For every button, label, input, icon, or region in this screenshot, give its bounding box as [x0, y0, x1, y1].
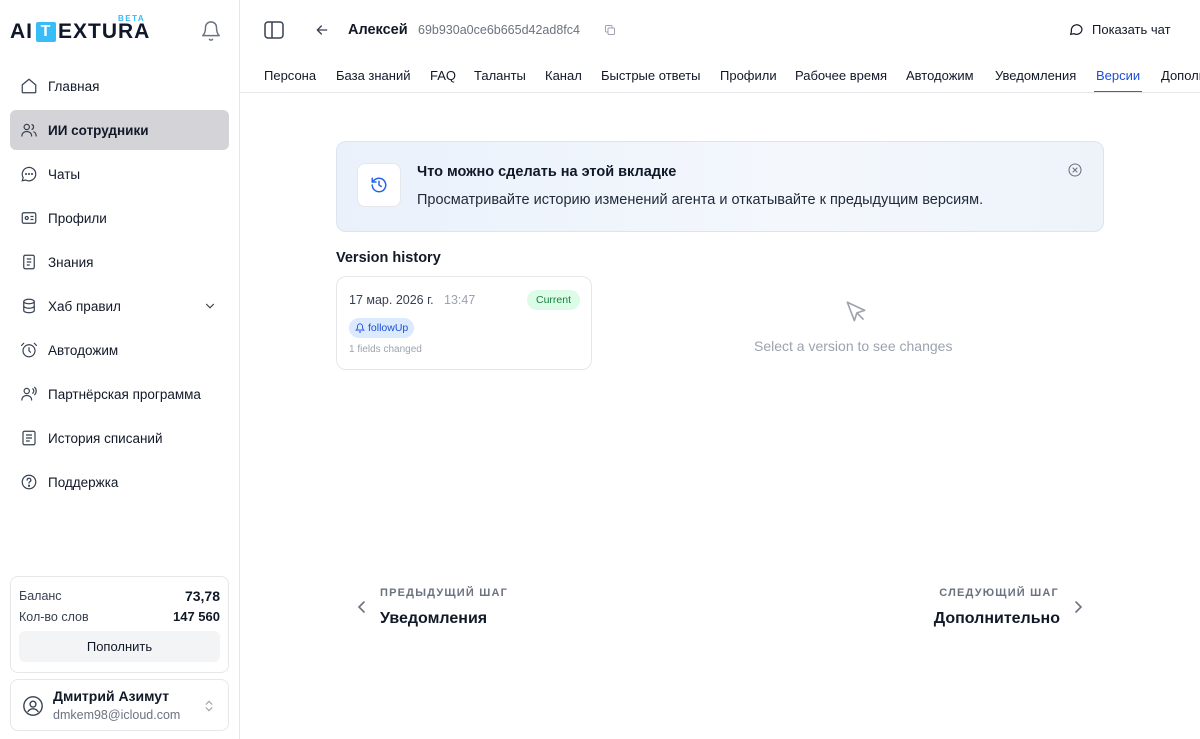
- sidebar-item-label: Профили: [48, 210, 107, 226]
- sidebar-item-label: Партнёрская программа: [48, 386, 201, 402]
- sidebar-item-knowledge[interactable]: Знания: [10, 242, 229, 282]
- partner-icon: [20, 385, 38, 403]
- sidebar: AI T EXTURA BETA Главная ИИ сотрудники Ч…: [0, 0, 240, 739]
- bell-icon[interactable]: [200, 20, 222, 42]
- sidebar-item-billing-history[interactable]: История списаний: [10, 418, 229, 458]
- receipt-icon: [20, 429, 38, 447]
- info-title: Что можно сделать на этой вкладке: [417, 164, 677, 180]
- info-description: Просматривайте историю изменений агента …: [417, 192, 984, 208]
- tab-talents[interactable]: Таланты: [474, 68, 526, 92]
- sidebar-item-autodozhim[interactable]: Автодожим: [10, 330, 229, 370]
- empty-state-text: Select a version to see changes: [754, 338, 953, 354]
- next-step-button[interactable]: Дополнительно: [934, 610, 1060, 628]
- id-card-icon: [20, 209, 38, 227]
- user-email: dmkem98@icloud.com: [53, 708, 181, 722]
- user-name: Дмитрий Азимут: [53, 688, 170, 704]
- tab-knowledge-base[interactable]: База знаний: [336, 68, 411, 92]
- sidebar-nav: Главная ИИ сотрудники Чаты Профили Знани…: [10, 66, 229, 506]
- chat-icon: [20, 165, 38, 183]
- tab-faq[interactable]: FAQ: [430, 68, 456, 92]
- beta-badge: BETA: [118, 14, 146, 23]
- sidebar-item-label: Автодожим: [48, 342, 119, 358]
- sidebar-item-partner-program[interactable]: Партнёрская программа: [10, 374, 229, 414]
- words-row: Кол-во слов 147 560: [19, 606, 220, 627]
- sidebar-item-label: Главная: [48, 78, 100, 94]
- database-icon: [20, 297, 38, 315]
- sidebar-item-profiles[interactable]: Профили: [10, 198, 229, 238]
- tab-additional[interactable]: Дополнительно: [1161, 68, 1200, 92]
- tab-autodozhim[interactable]: Автодожим: [906, 68, 974, 92]
- history-icon: [357, 163, 401, 207]
- bell-icon: [355, 323, 365, 333]
- home-icon: [20, 77, 38, 95]
- sidebar-item-chats[interactable]: Чаты: [10, 154, 229, 194]
- tab-quick-replies[interactable]: Быстрые ответы: [601, 68, 701, 92]
- back-arrow-icon[interactable]: [314, 22, 330, 38]
- sidebar-toggle-icon[interactable]: [264, 21, 284, 39]
- tab-persona[interactable]: Персона: [264, 68, 316, 92]
- sidebar-item-label: Поддержка: [48, 474, 119, 490]
- sidebar-item-label: Хаб правил: [48, 298, 121, 314]
- cursor-icon: [843, 299, 869, 325]
- chevron-up-down-icon: [202, 698, 216, 714]
- tab-profiles[interactable]: Профили: [720, 68, 777, 92]
- logo-ai-text: AI: [10, 20, 33, 43]
- close-icon[interactable]: [1067, 162, 1083, 178]
- tab-bar: Персона База знаний FAQ Таланты Канал Бы…: [240, 60, 1200, 93]
- help-icon: [20, 473, 38, 491]
- sidebar-item-ai-employees[interactable]: ИИ сотрудники: [10, 110, 229, 150]
- agent-id: 69b930a0ce6b665d42ad8fc4: [418, 23, 580, 37]
- tab-notifications[interactable]: Уведомления: [995, 68, 1076, 92]
- user-menu[interactable]: Дмитрий Азимут dmkem98@icloud.com: [10, 679, 229, 731]
- alarm-clock-icon: [20, 341, 38, 359]
- copy-icon[interactable]: [604, 24, 616, 36]
- balance-row: Баланс 73,78: [19, 585, 220, 606]
- balance-value: 73,78: [184, 587, 220, 604]
- show-chat-label: Показать чат: [1092, 21, 1171, 37]
- version-date: 17 мар. 2026 г.: [349, 293, 434, 307]
- status-badge: Current: [527, 290, 580, 310]
- sidebar-item-label: Чаты: [48, 166, 81, 182]
- sidebar-item-label: Знания: [48, 254, 94, 270]
- words-label: Кол-во слов: [19, 609, 89, 624]
- logo-box: T: [36, 22, 56, 42]
- tab-working-hours[interactable]: Рабочее время: [795, 68, 887, 92]
- agent-name: Алексей: [348, 22, 408, 38]
- version-card[interactable]: 17 мар. 2026 г. 13:47 Current followUp 1…: [336, 276, 592, 370]
- info-banner: Что можно сделать на этой вкладке Просма…: [336, 141, 1104, 232]
- field-tag-label: followUp: [368, 322, 409, 334]
- version-time: 13:47: [444, 293, 476, 307]
- message-icon: [1069, 24, 1083, 36]
- sidebar-item-label: История списаний: [48, 430, 163, 446]
- sidebar-item-support[interactable]: Поддержка: [10, 462, 229, 502]
- field-tag: followUp: [349, 318, 415, 338]
- fields-changed: 1 fields changed: [349, 344, 422, 355]
- logo[interactable]: AI T EXTURA: [10, 20, 150, 44]
- sidebar-item-rules-hub[interactable]: Хаб правил: [10, 286, 229, 326]
- sidebar-item-home[interactable]: Главная: [10, 66, 229, 106]
- prev-step-button[interactable]: Уведомления: [380, 610, 487, 628]
- logo-text: EXTURA: [58, 20, 151, 43]
- next-step-caption: СЛЕДУЮЩИЙ ШАГ: [939, 587, 1059, 599]
- topup-button[interactable]: Пополнить: [19, 631, 220, 662]
- words-value: 147 560: [173, 609, 220, 624]
- version-history-title: Version history: [336, 250, 441, 266]
- avatar: [22, 695, 44, 717]
- show-chat-button[interactable]: Показать чат: [1068, 21, 1171, 37]
- logo-row: AI T EXTURA BETA: [10, 14, 230, 48]
- sidebar-item-label: ИИ сотрудники: [48, 122, 149, 138]
- chevron-right-icon[interactable]: [1072, 599, 1084, 615]
- tab-versions[interactable]: Версии: [1094, 68, 1143, 92]
- chevron-down-icon[interactable]: [203, 299, 217, 313]
- tab-channel[interactable]: Канал: [545, 68, 582, 92]
- prev-step-caption: ПРЕДЫДУЩИЙ ШАГ: [380, 587, 509, 599]
- balance-card: Баланс 73,78 Кол-во слов 147 560 Пополни…: [10, 576, 229, 673]
- chevron-left-icon[interactable]: [356, 599, 368, 615]
- users-icon: [20, 121, 38, 139]
- document-icon: [20, 253, 38, 271]
- balance-label: Баланс: [19, 588, 62, 603]
